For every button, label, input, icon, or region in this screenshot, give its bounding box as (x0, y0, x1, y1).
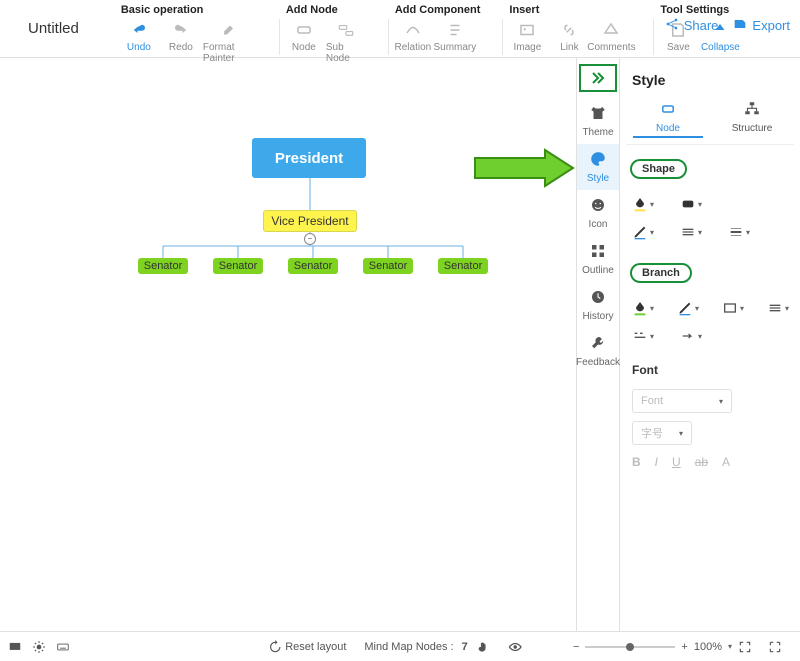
fullscreen-icon[interactable] (768, 640, 782, 654)
bold-button[interactable]: B (632, 455, 641, 469)
tab-icon[interactable]: Icon (577, 190, 619, 236)
undo-icon (129, 20, 149, 40)
group-title: Basic operation (119, 4, 257, 16)
shape-border-width[interactable]: ▾ (728, 221, 758, 243)
panel-collapse-button[interactable] (579, 64, 617, 92)
underline-button[interactable]: U (672, 455, 681, 469)
export-button[interactable]: Export (732, 16, 790, 35)
style-panel: Style Node Structure Shape ▾ ▾ ▾ ▾ ▾ Bra… (620, 58, 800, 631)
clock-icon (589, 288, 607, 311)
main-area: President Vice President − Senator Senat… (0, 58, 800, 631)
section-shape: Shape (630, 159, 687, 179)
tab-history[interactable]: History (577, 282, 619, 328)
shirt-icon (589, 104, 607, 127)
annotation-arrow-icon (470, 148, 576, 188)
wrench-icon (589, 334, 607, 357)
zoom-in-button[interactable]: + (681, 641, 687, 653)
summary-icon (445, 20, 465, 40)
keyboard-icon[interactable] (56, 640, 70, 654)
mindmap-nodes-count: 7 (462, 641, 468, 653)
node-tab-icon (659, 100, 677, 123)
eye-icon[interactable] (508, 640, 522, 654)
branch-line-color[interactable]: ▾ (677, 297, 704, 319)
zoom-slider[interactable] (585, 646, 675, 648)
shape-border-color[interactable]: ▾ (632, 221, 662, 243)
comments-icon (601, 20, 621, 40)
zoom-level: 100% (694, 641, 722, 653)
panel-tab-node[interactable]: Node (633, 98, 703, 138)
node-vice-president[interactable]: Vice President (263, 210, 357, 232)
collapse-toggle[interactable]: − (304, 233, 316, 245)
grid-icon (589, 242, 607, 265)
group-add-node: Add Node Node Sub Node (284, 0, 366, 64)
share-button[interactable]: Share (664, 16, 719, 35)
node-senator[interactable]: Senator (363, 258, 413, 274)
panel-title: Style (626, 58, 794, 98)
tab-theme[interactable]: Theme (577, 98, 619, 144)
image-button[interactable]: Image (507, 20, 547, 53)
hand-tool-icon[interactable] (476, 640, 490, 654)
branch-arrow-style[interactable]: ▾ (680, 325, 710, 347)
tab-outline[interactable]: Outline (577, 236, 619, 282)
mindmap-canvas[interactable]: President Vice President − Senator Senat… (0, 58, 576, 631)
reset-layout-button[interactable]: Reset layout (268, 640, 346, 654)
export-icon (732, 16, 748, 35)
image-icon (517, 20, 537, 40)
smiley-icon (589, 196, 607, 219)
font-family-select[interactable]: Font▾ (632, 389, 732, 413)
top-toolbar: Untitled Basic operation Undo Redo Forma… (0, 0, 800, 58)
branch-line-style[interactable]: ▾ (767, 297, 794, 319)
shape-border-style[interactable]: ▾ (680, 221, 710, 243)
fit-screen-icon[interactable] (738, 640, 752, 654)
tab-style[interactable]: Style (577, 144, 619, 190)
relation-button[interactable]: Relation (393, 20, 433, 53)
panel-tab-structure[interactable]: Structure (717, 98, 787, 138)
group-title: Tool Settings (658, 4, 740, 16)
palette-icon (589, 150, 607, 173)
node-senator[interactable]: Senator (138, 258, 188, 274)
node-senator[interactable]: Senator (288, 258, 338, 274)
mindmap-nodes-label: Mind Map Nodes : (364, 641, 453, 653)
node-senator[interactable]: Senator (213, 258, 263, 274)
group-add-component: Add Component Relation Summary (393, 0, 481, 64)
node-senator[interactable]: Senator (438, 258, 488, 274)
shape-type[interactable]: ▾ (680, 193, 710, 215)
branch-fill-color[interactable]: ▾ (632, 297, 659, 319)
group-title: Add Component (393, 4, 481, 16)
font-heading: Font (632, 363, 788, 377)
relation-icon (403, 20, 423, 40)
group-basic-operation: Basic operation Undo Redo Format Painter (119, 0, 257, 64)
italic-button[interactable]: I (655, 455, 658, 469)
section-branch: Branch (630, 263, 692, 283)
group-insert: Insert Image Link Comments (507, 0, 631, 64)
link-icon (559, 20, 579, 40)
document-title[interactable]: Untitled (28, 20, 79, 37)
font-size-select[interactable]: 字号▾ (632, 421, 692, 445)
redo-icon (171, 20, 191, 40)
summary-button[interactable]: Summary (435, 20, 475, 53)
group-title: Insert (507, 4, 631, 16)
strikethrough-button[interactable]: ab (695, 455, 708, 469)
link-button[interactable]: Link (549, 20, 589, 53)
presentation-icon[interactable] (8, 640, 22, 654)
structure-tab-icon (743, 100, 761, 123)
comments-button[interactable]: Comments (591, 20, 631, 53)
brightness-icon[interactable] (32, 640, 46, 654)
side-tabs: Theme Style Icon Outline History Feedbac… (576, 58, 620, 631)
sub-node-icon (336, 20, 356, 40)
group-title: Add Node (284, 4, 366, 16)
status-bar: Reset layout Mind Map Nodes : 7 − + 100%… (0, 631, 800, 661)
branch-frame[interactable]: ▾ (722, 297, 749, 319)
zoom-out-button[interactable]: − (573, 641, 579, 653)
node-president[interactable]: President (252, 138, 366, 178)
tab-feedback[interactable]: Feedback (577, 328, 619, 374)
node-icon (294, 20, 314, 40)
font-section: Font Font▾ 字号▾ B I U ab A (626, 363, 794, 469)
shape-fill-color[interactable]: ▾ (632, 193, 662, 215)
font-color-button[interactable]: A (722, 455, 730, 469)
branch-dash-style[interactable]: ▾ (632, 325, 662, 347)
paintbrush-icon (220, 20, 240, 40)
share-icon (664, 16, 680, 35)
